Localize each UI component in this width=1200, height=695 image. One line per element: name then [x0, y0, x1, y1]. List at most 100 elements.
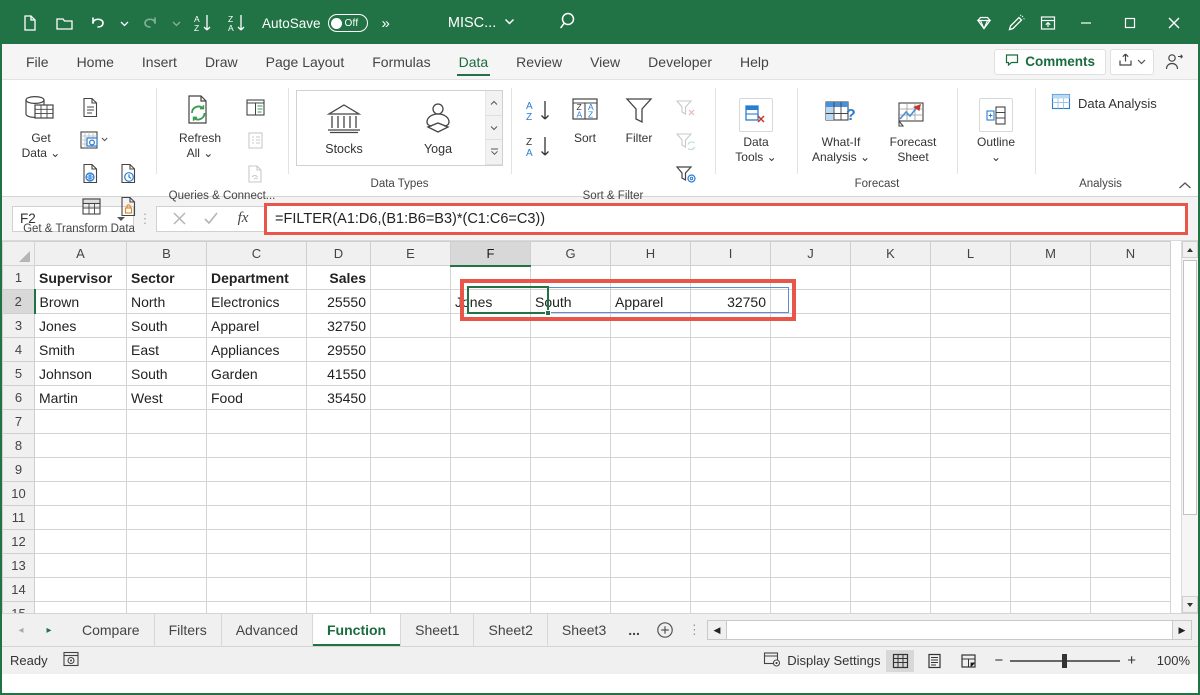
cell-I12[interactable] — [691, 530, 771, 554]
sheet-prev-button[interactable]: ◂ — [8, 617, 34, 643]
cell-L10[interactable] — [931, 482, 1011, 506]
column-header-n[interactable]: N — [1091, 242, 1171, 266]
cell-J9[interactable] — [771, 458, 851, 482]
open-folder-icon[interactable] — [48, 7, 80, 39]
cell-D1[interactable]: Sales — [307, 266, 371, 290]
page-break-preview-button[interactable] — [954, 650, 982, 672]
undo-icon[interactable] — [82, 7, 114, 39]
cell-F6[interactable] — [451, 386, 531, 410]
cell-K13[interactable] — [851, 554, 931, 578]
page-layout-view-button[interactable] — [920, 650, 948, 672]
cell-H12[interactable] — [611, 530, 691, 554]
cell-B7[interactable] — [127, 410, 207, 434]
yoga-data-type[interactable]: Yoga — [391, 91, 485, 165]
tab-formulas[interactable]: Formulas — [358, 44, 444, 79]
outline-button[interactable]: Outline ⌄ — [965, 91, 1027, 165]
cancel-formula-icon[interactable] — [163, 211, 195, 226]
cell-C3[interactable]: Apparel — [207, 314, 307, 338]
cell-F1[interactable] — [451, 266, 531, 290]
autosave-toggle[interactable]: AutoSave Off — [258, 14, 372, 32]
data-analysis-button[interactable]: Data Analysis — [1043, 89, 1165, 118]
get-data-button[interactable]: Get Data ⌄ — [10, 87, 72, 161]
scroll-up-button[interactable] — [1182, 241, 1198, 258]
cell-M8[interactable] — [1011, 434, 1091, 458]
cell-I13[interactable] — [691, 554, 771, 578]
cell-C9[interactable] — [207, 458, 307, 482]
column-header-j[interactable]: J — [771, 242, 851, 266]
add-sheet-button[interactable] — [648, 614, 682, 646]
cell-N2[interactable] — [1091, 290, 1171, 314]
cell-N8[interactable] — [1091, 434, 1171, 458]
cell-C2[interactable]: Electronics — [207, 290, 307, 314]
refresh-all-button[interactable]: Refresh All ⌄ — [164, 87, 236, 161]
cell-K4[interactable] — [851, 338, 931, 362]
cell-C14[interactable] — [207, 578, 307, 602]
cell-K15[interactable] — [851, 602, 931, 614]
row-header-14[interactable]: 14 — [3, 578, 35, 602]
maximize-button[interactable] — [1108, 2, 1152, 44]
cell-B1[interactable]: Sector — [127, 266, 207, 290]
cell-H1[interactable] — [611, 266, 691, 290]
minimize-button[interactable] — [1064, 2, 1108, 44]
cell-I11[interactable] — [691, 506, 771, 530]
cell-A6[interactable]: Martin — [35, 386, 127, 410]
cell-E8[interactable] — [371, 434, 451, 458]
chevron-down-icon[interactable] — [504, 15, 515, 31]
row-header-8[interactable]: 8 — [3, 434, 35, 458]
cell-H5[interactable] — [611, 362, 691, 386]
cell-I6[interactable] — [691, 386, 771, 410]
column-header-l[interactable]: L — [931, 242, 1011, 266]
cell-N10[interactable] — [1091, 482, 1171, 506]
cell-I3[interactable] — [691, 314, 771, 338]
cell-E12[interactable] — [371, 530, 451, 554]
cell-E1[interactable] — [371, 266, 451, 290]
row-header-5[interactable]: 5 — [3, 362, 35, 386]
cell-L14[interactable] — [931, 578, 1011, 602]
cell-C1[interactable]: Department — [207, 266, 307, 290]
cell-C5[interactable]: Garden — [207, 362, 307, 386]
cell-B12[interactable] — [127, 530, 207, 554]
cell-L9[interactable] — [931, 458, 1011, 482]
cell-M2[interactable] — [1011, 290, 1091, 314]
cell-E3[interactable] — [371, 314, 451, 338]
vertical-scrollbar[interactable] — [1181, 241, 1198, 613]
tab-file[interactable]: File — [12, 44, 63, 79]
cell-F5[interactable] — [451, 362, 531, 386]
column-header-c[interactable]: C — [207, 242, 307, 266]
cell-I4[interactable] — [691, 338, 771, 362]
cell-G2[interactable]: South — [531, 290, 611, 314]
cell-F4[interactable] — [451, 338, 531, 362]
more-commands-icon[interactable]: » — [372, 15, 400, 32]
search-button[interactable] — [559, 10, 581, 37]
cell-G8[interactable] — [531, 434, 611, 458]
cell-F12[interactable] — [451, 530, 531, 554]
cell-D15[interactable] — [307, 602, 371, 614]
scroll-down-button[interactable] — [1182, 596, 1198, 613]
cell-E9[interactable] — [371, 458, 451, 482]
tab-data[interactable]: Data — [445, 44, 503, 79]
column-header-b[interactable]: B — [127, 242, 207, 266]
cell-M4[interactable] — [1011, 338, 1091, 362]
cell-M1[interactable] — [1011, 266, 1091, 290]
column-header-d[interactable]: D — [307, 242, 371, 266]
tab-developer[interactable]: Developer — [634, 44, 726, 79]
cell-N11[interactable] — [1091, 506, 1171, 530]
cell-L15[interactable] — [931, 602, 1011, 614]
cell-A15[interactable] — [35, 602, 127, 614]
sheet-next-button[interactable]: ▸ — [36, 617, 62, 643]
cell-D9[interactable] — [307, 458, 371, 482]
cell-H10[interactable] — [611, 482, 691, 506]
cell-E2[interactable] — [371, 290, 451, 314]
draw-pen-icon[interactable] — [1000, 7, 1032, 39]
cell-G9[interactable] — [531, 458, 611, 482]
cell-J11[interactable] — [771, 506, 851, 530]
cell-I14[interactable] — [691, 578, 771, 602]
sort-za-icon[interactable]: ZA — [220, 7, 252, 39]
cell-I9[interactable] — [691, 458, 771, 482]
cell-C13[interactable] — [207, 554, 307, 578]
row-header-1[interactable]: 1 — [3, 266, 35, 290]
cell-F7[interactable] — [451, 410, 531, 434]
row-header-3[interactable]: 3 — [3, 314, 35, 338]
cell-K1[interactable] — [851, 266, 931, 290]
cell-B4[interactable]: East — [127, 338, 207, 362]
